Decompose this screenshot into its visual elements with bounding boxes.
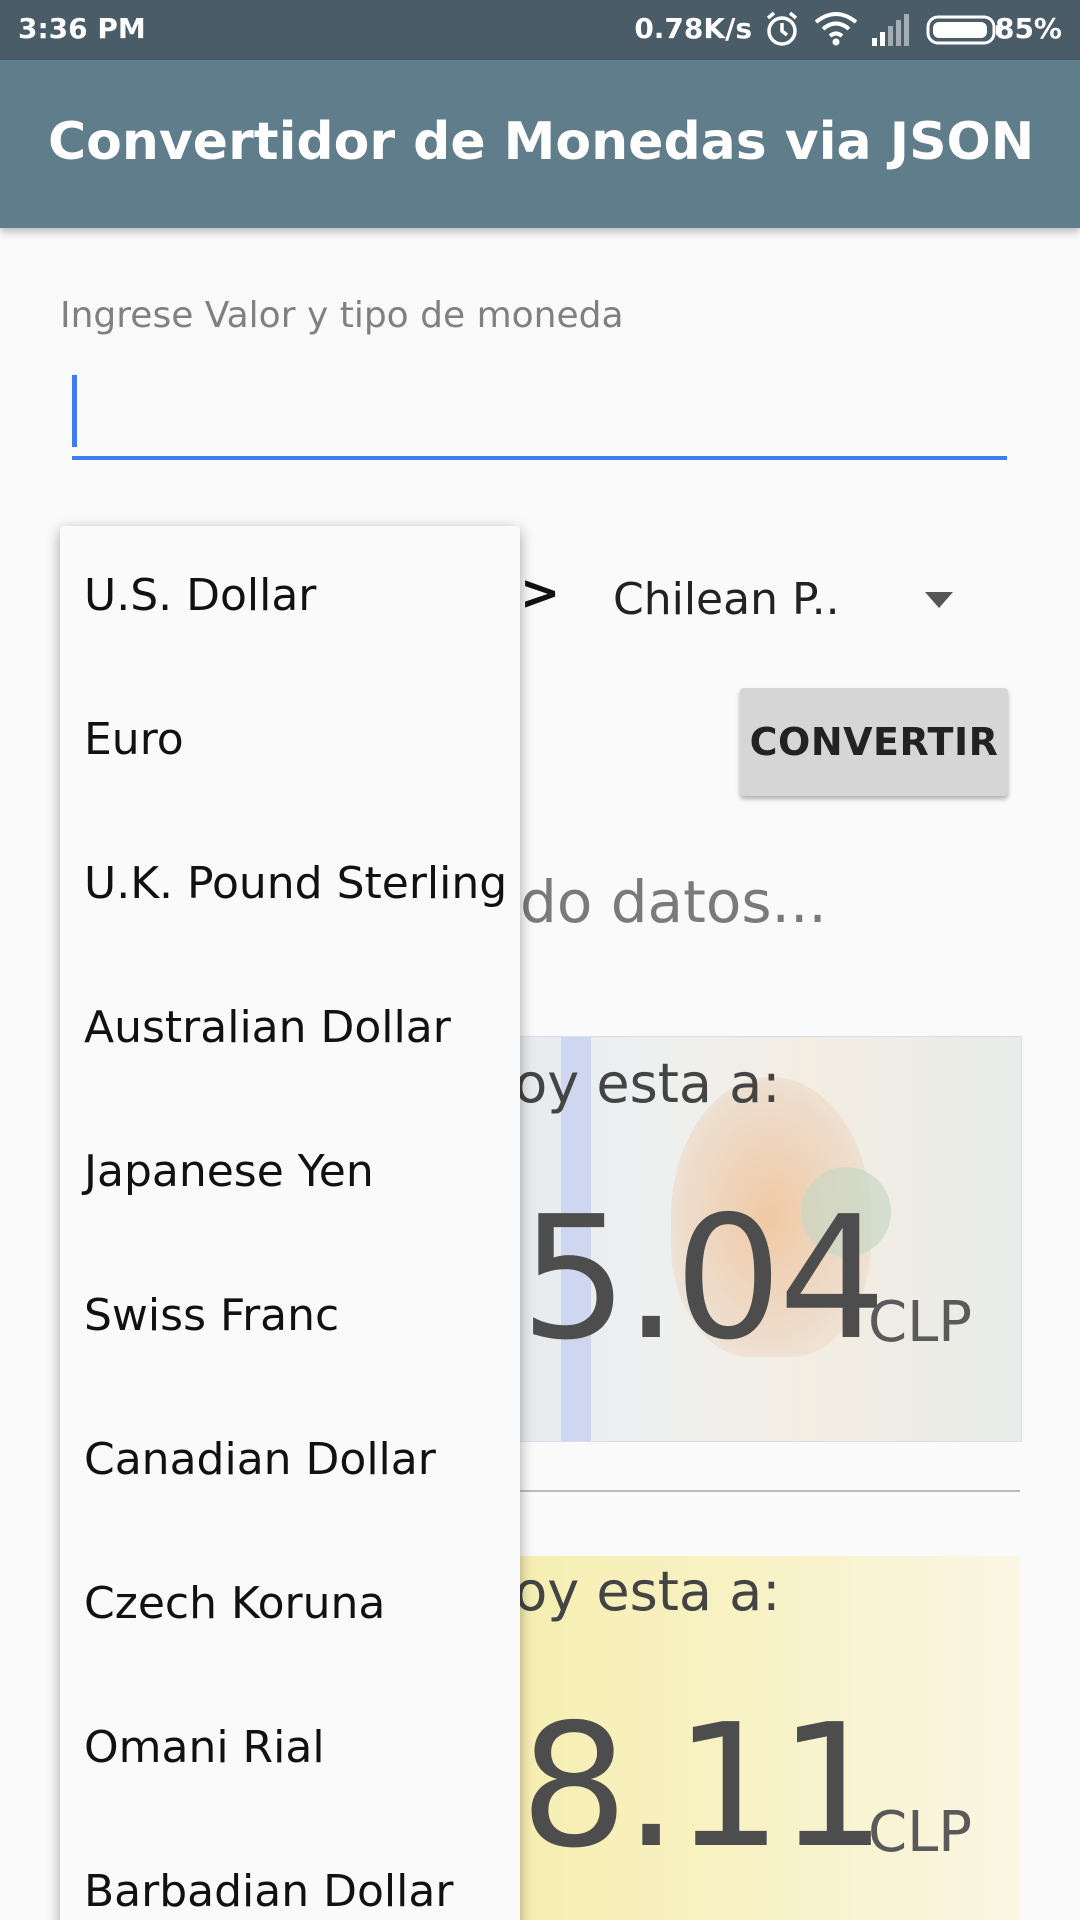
loading-text: do datos... xyxy=(520,868,827,936)
currency-option-label: Omani Rial xyxy=(84,1722,325,1773)
currency-option-label: Czech Koruna xyxy=(84,1578,386,1629)
wifi-icon xyxy=(814,10,858,55)
to-currency-value: Chilean P.. xyxy=(613,574,840,625)
eur-card-value: 8.11 xyxy=(520,1688,887,1886)
convert-button[interactable]: CONVERTIR xyxy=(740,688,1008,796)
network-speed: 0.78K/s xyxy=(634,12,752,45)
card-divider xyxy=(500,1490,1020,1492)
currency-option-label: Swiss Franc xyxy=(84,1290,340,1341)
currency-option[interactable]: U.K. Pound Sterling xyxy=(60,814,520,958)
status-bar: 3:36 PM 0.78K/s 85% xyxy=(0,0,1080,60)
currency-option[interactable]: Japanese Yen xyxy=(60,1102,520,1246)
battery-percent: 85% xyxy=(994,12,1062,45)
usd-card-caption: hoy esta a: xyxy=(480,1052,781,1115)
app-screen: 3:36 PM 0.78K/s 85% Convertidor de Moned… xyxy=(0,0,1080,1920)
app-title: Convertidor de Monedas via JSON xyxy=(48,112,1035,172)
currency-option-label: Canadian Dollar xyxy=(84,1434,436,1485)
app-bar: Convertidor de Monedas via JSON xyxy=(0,60,1080,228)
conversion-arrow: > xyxy=(520,565,561,621)
dropdown-arrow-icon xyxy=(925,592,953,608)
currency-option-label: Barbadian Dollar xyxy=(84,1866,454,1917)
status-time: 3:36 PM xyxy=(18,12,146,45)
currency-option-label: Australian Dollar xyxy=(84,1002,451,1053)
currency-option-label: U.K. Pound Sterling xyxy=(84,858,508,909)
currency-option[interactable]: Euro xyxy=(60,670,520,814)
currency-option[interactable]: Canadian Dollar xyxy=(60,1390,520,1534)
currency-option-label: Euro xyxy=(84,714,184,765)
currency-option[interactable]: Australian Dollar xyxy=(60,958,520,1102)
signal-icon xyxy=(870,10,910,55)
currency-option[interactable]: U.S. Dollar xyxy=(60,526,520,670)
amount-input-label: Ingrese Valor y tipo de moneda xyxy=(60,295,624,336)
amount-input[interactable] xyxy=(72,370,1007,460)
currency-option[interactable]: Omani Rial xyxy=(60,1678,520,1822)
eur-card-currency: CLP xyxy=(868,1800,973,1865)
currency-option-label: Japanese Yen xyxy=(84,1146,374,1197)
currency-option[interactable]: Barbadian Dollar xyxy=(60,1822,520,1920)
eur-card-caption: hoy esta a: xyxy=(480,1560,781,1623)
alarm-icon xyxy=(764,10,800,55)
currency-option[interactable]: Swiss Franc xyxy=(60,1246,520,1390)
currency-dropdown-list[interactable]: U.S. Dollar Euro U.K. Pound Sterling Aus… xyxy=(60,526,520,1920)
usd-card-value: 5.04 xyxy=(520,1180,887,1378)
text-cursor xyxy=(72,375,77,447)
currency-option[interactable]: Czech Koruna xyxy=(60,1534,520,1678)
currency-option-label: U.S. Dollar xyxy=(84,570,317,621)
battery-icon xyxy=(926,14,1002,53)
to-currency-spinner[interactable]: Chilean P.. xyxy=(605,560,995,640)
usd-card-currency: CLP xyxy=(868,1290,973,1355)
